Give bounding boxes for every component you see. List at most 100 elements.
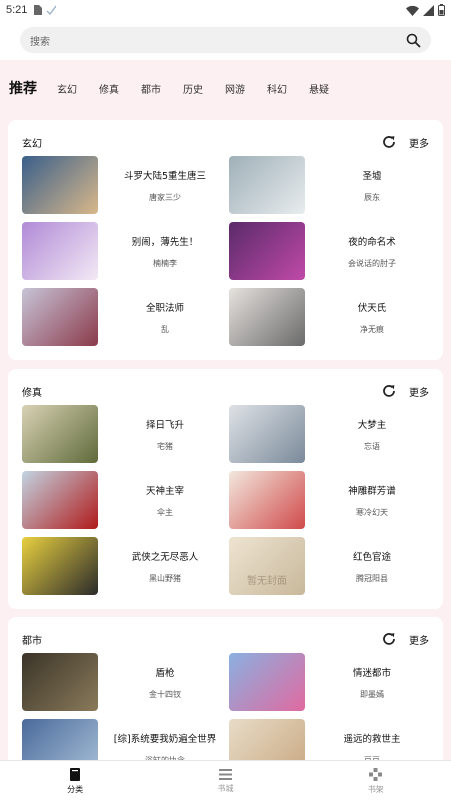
nav-bookstore-label: 书城 xyxy=(217,784,234,793)
book-title: 圣墟 xyxy=(362,170,382,182)
book-item[interactable]: 武侠之无尽恶人 黑山野猪 xyxy=(22,537,232,595)
book-author: 寒冷幻天 xyxy=(356,507,388,517)
book-author: 辰东 xyxy=(364,192,380,202)
book-item[interactable]: 神雕群芳谱 寒冷幻天 xyxy=(229,471,439,529)
book-cover[interactable] xyxy=(229,471,305,529)
book-info: 择日飞升 宅猪 xyxy=(98,417,232,452)
book-info: 神雕群芳谱 寒冷幻天 xyxy=(305,483,439,518)
book-title: [综]系统要我奶遍全世界 xyxy=(113,733,217,745)
book-cover[interactable] xyxy=(229,288,305,346)
book-info: 圣墟 辰东 xyxy=(305,168,439,203)
refresh-icon[interactable] xyxy=(381,383,397,399)
search-placeholder: 搜索 xyxy=(30,36,50,48)
book-item[interactable]: 别闹，薄先生！ 楠楠李 xyxy=(22,222,232,280)
book-item[interactable]: 斗罗大陆5重生唐三 唐家三少 xyxy=(22,156,232,214)
nav-category[interactable]: 分类 xyxy=(0,761,150,802)
more-button[interactable]: 更多 xyxy=(409,135,429,150)
list-icon xyxy=(218,769,232,780)
signal-icon xyxy=(423,4,434,16)
book-author: 净无痕 xyxy=(360,324,384,334)
book-cover[interactable] xyxy=(22,471,98,529)
more-button[interactable]: 更多 xyxy=(409,632,429,647)
tab-xuanhuan[interactable]: 玄幻 xyxy=(57,81,77,96)
book-author: 即墨嫣 xyxy=(360,689,384,699)
book-item[interactable]: 盾枪 金十四钗 xyxy=(22,653,232,711)
book-info: 斗罗大陆5重生唐三 唐家三少 xyxy=(98,168,232,203)
book-author: 乱 xyxy=(161,324,169,334)
book-item[interactable]: 择日飞升 宅猪 xyxy=(22,405,232,463)
search-icon[interactable] xyxy=(406,33,421,48)
book-title: 遥远的救世主 xyxy=(343,733,401,745)
book-item[interactable]: 情迷都市 即墨嫣 xyxy=(229,653,439,711)
book-info: 夜的命名术 会说话的肘子 xyxy=(305,234,439,269)
book-info: 盾枪 金十四钗 xyxy=(98,665,232,700)
book-cover[interactable] xyxy=(229,222,305,280)
tab-recommend[interactable]: 推荐 xyxy=(9,78,37,98)
grid-icon xyxy=(369,768,383,781)
nav-bookstore[interactable]: 书城 xyxy=(150,761,300,802)
book-author: 伞主 xyxy=(157,507,173,517)
nav-bookshelf[interactable]: 书架 xyxy=(301,761,451,802)
tab-lishi[interactable]: 历史 xyxy=(183,81,203,96)
section-title: 都市 xyxy=(22,635,42,647)
section-card: 玄幻 更多斗罗大陆5重生唐三 唐家三少 圣墟辰东别闹，薄先生！ 楠楠李 夜的命名术 会说话的… xyxy=(8,120,443,360)
book-cover[interactable] xyxy=(22,222,98,280)
tab-wangyou[interactable]: 网游 xyxy=(225,81,245,96)
book-cover[interactable] xyxy=(22,653,98,711)
book-item[interactable]: 伏天氏 净无痕 xyxy=(229,288,439,346)
tab-xuanyi[interactable]: 悬疑 xyxy=(309,81,329,96)
book-item[interactable]: 全职法师乱 xyxy=(22,288,232,346)
book-author: 宅猪 xyxy=(157,441,173,451)
search-input[interactable]: 搜索 xyxy=(20,27,431,53)
book-author: 金十四钗 xyxy=(149,689,181,699)
book-author: 忘语 xyxy=(364,441,380,451)
tab-kehuan[interactable]: 科幻 xyxy=(267,81,287,96)
book-item[interactable]: 天神主宰 伞主 xyxy=(22,471,232,529)
book-author: 会说话的肘子 xyxy=(348,258,396,268)
book-title: 择日飞升 xyxy=(145,419,184,431)
book-cover[interactable] xyxy=(229,156,305,214)
book-cover[interactable] xyxy=(22,405,98,463)
book-author: 唐家三少 xyxy=(149,192,181,202)
book-info: 伏天氏 净无痕 xyxy=(305,300,439,335)
book-cover[interactable] xyxy=(22,156,98,214)
book-title: 大梦主 xyxy=(357,419,387,431)
section-card: 都市更多盾枪金十四钗情迷都市即墨嫣[综]系统要我奶遍全世界浴缸的执念遥远的救世主… xyxy=(8,617,443,777)
book-item[interactable]: 大梦主 忘语 xyxy=(229,405,439,463)
sd-card-icon xyxy=(34,5,43,15)
book-title: 别闹，薄先生！ xyxy=(131,236,199,248)
refresh-icon[interactable] xyxy=(381,134,397,150)
refresh-icon[interactable] xyxy=(381,631,397,647)
category-tabs: 推荐 玄幻 修真 都市 历史 网游 科幻 悬疑 xyxy=(0,60,451,116)
book-cover[interactable] xyxy=(229,653,305,711)
cover-placeholder-text: 暂无封面 xyxy=(247,576,287,587)
tab-dushi[interactable]: 都市 xyxy=(141,81,161,96)
book-info: 大梦主 忘语 xyxy=(305,417,439,452)
book-title: 武侠之无尽恶人 xyxy=(131,551,199,563)
tab-xiuzhen[interactable]: 修真 xyxy=(99,81,119,96)
book-item[interactable]: 夜的命名术 会说话的肘子 xyxy=(229,222,439,280)
book-item[interactable]: 圣墟 辰东 xyxy=(229,156,439,214)
book-item[interactable]: 暂无封面 红色官途 腾冠阳县 xyxy=(229,537,439,595)
bottom-nav: 分类 书城 书架 xyxy=(0,760,451,802)
nav-bookshelf-label: 书架 xyxy=(367,785,384,794)
search-bar-container: 搜索 xyxy=(0,20,451,60)
book-cover[interactable] xyxy=(22,537,98,595)
status-bar: 5:21 xyxy=(0,0,451,20)
section-card: 修真 更多 择日飞升 宅猪 大梦主 忘语 天神主宰 伞主 神雕群芳谱 寒冷幻天 武侠之无尽恶人 黑山野… xyxy=(8,369,443,609)
book-info: 武侠之无尽恶人 黑山野猪 xyxy=(98,549,232,584)
book-title: 伏天氏 xyxy=(357,302,387,314)
section-title: 玄幻 xyxy=(22,138,42,150)
battery-icon xyxy=(438,4,445,16)
book-icon xyxy=(70,768,81,781)
book-cover[interactable]: 暂无封面 xyxy=(229,537,305,595)
book-title: 天神主宰 xyxy=(145,485,184,497)
book-cover[interactable] xyxy=(22,288,98,346)
book-cover[interactable] xyxy=(229,405,305,463)
book-author: 腾冠阳县 xyxy=(356,573,388,583)
more-button[interactable]: 更多 xyxy=(409,384,429,399)
book-info: 全职法师乱 xyxy=(98,300,232,335)
book-info: 天神主宰 伞主 xyxy=(98,483,232,518)
book-title: 情迷都市 xyxy=(352,667,391,679)
nav-category-label: 分类 xyxy=(67,785,84,794)
